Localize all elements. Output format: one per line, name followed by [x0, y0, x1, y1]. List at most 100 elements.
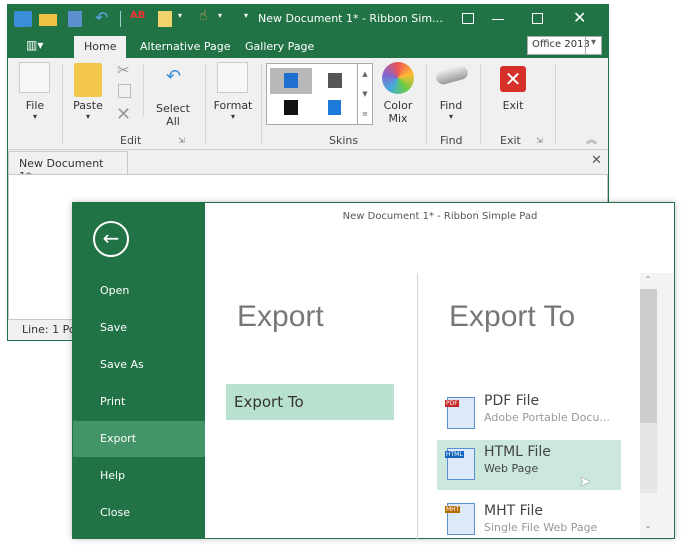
scrollbar-track[interactable] [640, 423, 657, 493]
file-button[interactable]: File [18, 99, 52, 112]
dropdown-arrow-icon: ▾ [448, 112, 453, 121]
tab-alternative-page[interactable]: Alternative Page [130, 36, 240, 58]
touch-icon[interactable]: ☝ [199, 8, 208, 24]
color-mix-label: Color [383, 99, 413, 112]
select-all-icon[interactable]: ↶ [166, 66, 181, 87]
file-icon[interactable] [19, 62, 50, 93]
group-label-find: Find [440, 134, 463, 147]
open-icon[interactable] [39, 14, 57, 26]
vertical-scrollbar[interactable]: ⌃ ⌄ [640, 273, 674, 538]
color-mix-button[interactable]: Color Mix [378, 99, 418, 125]
chevron-down-icon[interactable]: ▾ [585, 37, 601, 54]
item-subtitle: Adobe Portable Docu... [484, 411, 610, 424]
separator [261, 64, 262, 144]
dropdown-arrow-icon[interactable]: ▾ [218, 11, 222, 20]
mht-file-icon: MHT [445, 503, 475, 535]
dropdown-arrow-icon: ▾ [230, 112, 235, 121]
export-item-html[interactable]: HTML HTML File Web Page ➤ [437, 440, 621, 490]
menu-item-export[interactable]: Export [73, 421, 205, 457]
paste-icon[interactable] [74, 63, 102, 97]
document-tab[interactable]: New Document 1* [8, 151, 128, 183]
html-badge: HTML [445, 451, 464, 458]
find-button[interactable]: Find [433, 99, 469, 112]
office-icon [284, 73, 298, 88]
skin-item[interactable] [328, 73, 342, 88]
item-title: MHT File [484, 503, 544, 519]
skin-select-value: Office 2013 [532, 39, 590, 50]
menu-item-open[interactable]: Open [73, 273, 205, 309]
separator [555, 64, 556, 144]
dropdown-arrow-icon[interactable]: ▾ [18, 112, 52, 121]
color-mix-icon[interactable] [382, 62, 414, 94]
undo-icon[interactable]: ↶ [95, 8, 108, 27]
export-to-heading: Export To [449, 300, 576, 333]
spell-check-icon[interactable]: AB [130, 10, 145, 21]
customize-qat-icon[interactable]: ▾ [244, 11, 248, 20]
mouse-cursor-icon: ➤ [579, 474, 591, 490]
maximize-button[interactable] [532, 13, 543, 24]
divider [417, 273, 418, 539]
separator [426, 64, 427, 144]
select-all-button[interactable]: Select All [148, 102, 198, 128]
tab-gallery-page[interactable]: Gallery Page [235, 36, 324, 58]
exit-icon[interactable]: ✕ [500, 66, 526, 92]
skin-item[interactable] [328, 100, 341, 115]
app-menu-icon[interactable] [14, 11, 32, 27]
close-button[interactable]: ✕ [573, 8, 586, 27]
menu-item-close[interactable]: Close [73, 495, 205, 531]
binoculars-icon[interactable] [434, 64, 470, 86]
skin-select[interactable]: Office 2013 ▾ [527, 36, 602, 55]
export-to-button[interactable]: Export To [226, 384, 394, 420]
copy-icon[interactable] [118, 84, 131, 98]
cut-icon[interactable]: ✂ [117, 61, 130, 79]
restore-ribbon-icon[interactable] [462, 13, 474, 24]
backstage-title: New Document 1* - Ribbon Simple Pad [342, 211, 538, 222]
pdf-badge: PDF [445, 400, 459, 407]
scrollbar-thumb[interactable] [640, 289, 657, 423]
dialog-launcher-icon[interactable]: ⇲ [536, 136, 543, 145]
item-title: PDF File [484, 393, 540, 409]
menu-item-help[interactable]: Help [73, 458, 205, 494]
paste-button[interactable]: Paste [68, 99, 108, 112]
exit-button[interactable]: Exit [496, 99, 530, 112]
delete-icon[interactable]: ✕ [116, 104, 131, 125]
format-button[interactable]: Format [211, 99, 255, 112]
export-item-mht[interactable]: MHT MHT File Single File Web Page [437, 499, 621, 537]
title-bar: ↶ AB ▾ ☝ ▾ ▾ New Document 1* - Ribbon Si… [8, 5, 608, 58]
mht-badge: MHT [445, 506, 461, 513]
format-icon[interactable] [158, 11, 172, 27]
menu-item-save[interactable]: Save [73, 310, 205, 346]
backstage-menu: ← Open Save Save As Print Export Help Cl… [73, 203, 205, 538]
minimize-button[interactable] [492, 19, 504, 20]
dropdown-arrow-icon: ▾ [85, 112, 90, 121]
html-file-icon: HTML [445, 448, 475, 480]
gallery-scroll[interactable]: ▲ ▼ ≡ [357, 64, 372, 124]
close-document-icon[interactable]: ✕ [591, 153, 602, 168]
separator [205, 64, 206, 144]
pdf-file-icon: PDF [445, 397, 475, 429]
dialog-launcher-icon[interactable]: ⇲ [178, 136, 185, 145]
separator [62, 64, 63, 144]
dropdown-arrow-icon[interactable]: ▾ [178, 11, 182, 20]
skin-item[interactable] [284, 100, 298, 115]
item-subtitle: Single File Web Page [484, 521, 598, 534]
skin-item-selected[interactable] [270, 68, 312, 94]
scroll-down-icon[interactable]: ⌄ [640, 521, 656, 530]
group-label-edit: Edit [120, 134, 142, 147]
separator [480, 64, 481, 144]
group-label-exit: Exit [500, 134, 521, 147]
export-item-pdf[interactable]: PDF PDF File Adobe Portable Docu... [437, 389, 621, 439]
format-icon[interactable] [217, 62, 248, 93]
scroll-up-icon[interactable]: ⌃ [640, 275, 656, 284]
group-label-skins: Skins [329, 134, 359, 147]
save-icon[interactable] [68, 11, 82, 27]
status-bar-text: Line: 1 Po [22, 323, 76, 336]
ribbon-menu-icon[interactable]: ▥▾ [26, 38, 43, 52]
ribbon: File ▾ Paste ▾ ✂ ✕ ↶ Select All Edit ⇲ F… [8, 58, 608, 150]
back-arrow-icon[interactable]: ← [93, 221, 129, 257]
item-title: HTML File [484, 444, 551, 460]
menu-item-save-as[interactable]: Save As [73, 347, 205, 383]
collapse-ribbon-icon[interactable]: ︽ [586, 131, 597, 147]
tab-home[interactable]: Home [74, 36, 127, 58]
menu-item-print[interactable]: Print [73, 384, 205, 420]
